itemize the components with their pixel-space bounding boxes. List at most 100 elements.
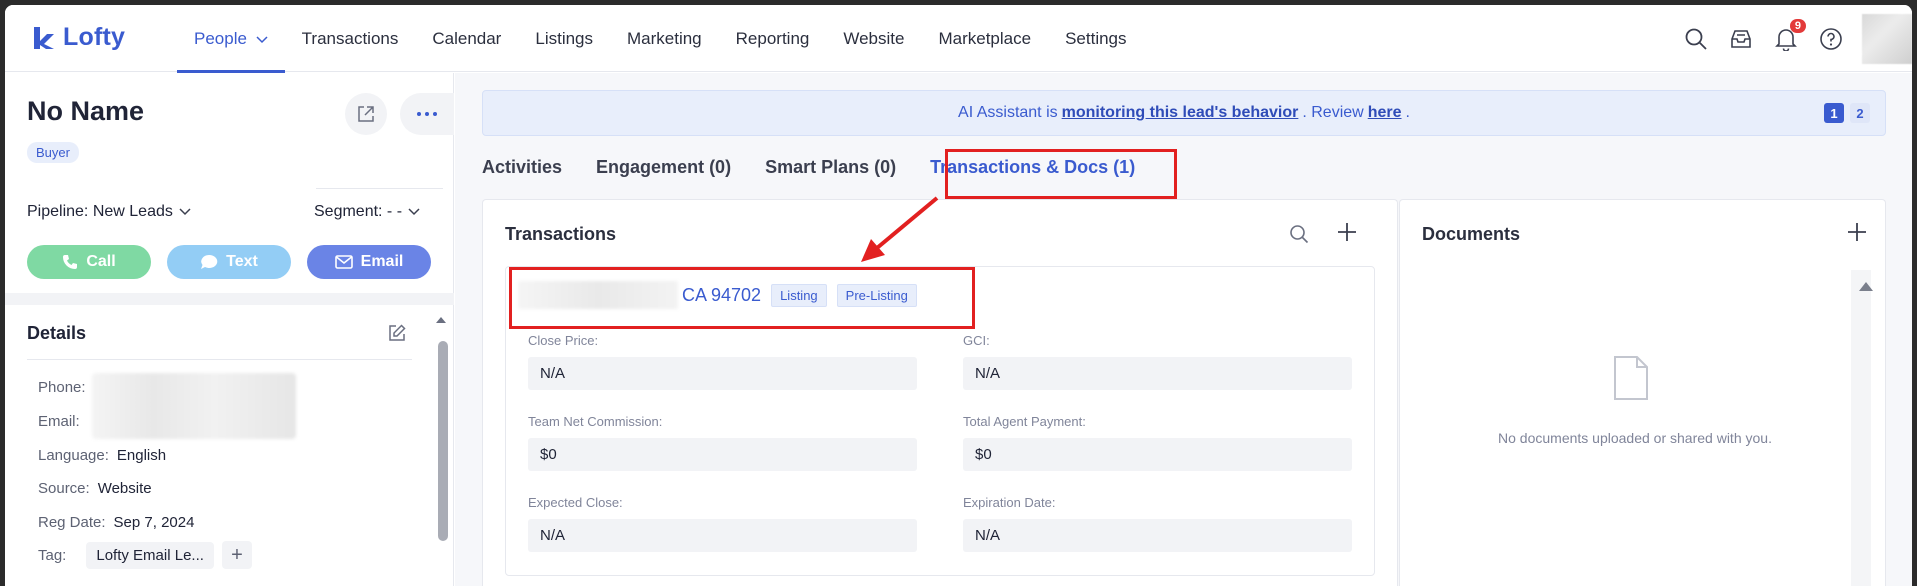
nav-listings[interactable]: Listings [518,5,610,72]
gci-label: GCI: [963,333,990,348]
detail-language: Language: English [38,447,166,464]
inbox-icon[interactable] [1727,25,1755,53]
sidebar-scrollbar[interactable] [438,341,448,541]
lead-type-badge: Buyer [27,142,79,163]
detail-source: Source: Website [38,480,152,497]
nav-settings[interactable]: Settings [1048,5,1143,72]
ai-banner-prefix: AI Assistant is [958,104,1058,121]
email-label: Email [360,253,404,270]
search-transactions-button[interactable] [1289,224,1309,249]
nav-reporting[interactable]: Reporting [719,5,827,72]
empty-document-icon [1614,356,1648,400]
team-net-commission-value: $0 [528,438,917,471]
monitoring-behavior-link[interactable]: monitoring this lead's behavior [1062,104,1299,122]
lead-name: No Name [27,96,145,126]
detail-email: Email: [38,413,80,430]
expected-close-label: Expected Close: [528,495,623,510]
gci-value: N/A [963,357,1352,390]
user-avatar[interactable] [1862,13,1912,64]
search-icon[interactable] [1682,25,1710,53]
nav-calendar[interactable]: Calendar [415,5,518,72]
section-separator [5,293,454,305]
tag-chip[interactable]: Lofty Email Le... [86,541,214,569]
nav-marketing[interactable]: Marketing [610,5,719,72]
divider [27,359,412,360]
scroll-up-arrow-icon[interactable] [434,311,448,341]
chat-bubble-icon [201,254,218,269]
share-button[interactable] [345,93,387,135]
nav-people-label: People [194,29,247,48]
ai-banner-suffix: . [1405,104,1410,121]
bell-icon[interactable]: 9 [1772,18,1806,53]
share-icon [358,106,374,122]
language-label: Language: [38,447,109,464]
total-agent-payment-label: Total Agent Payment: [963,414,1086,429]
call-button[interactable]: Call [27,245,151,279]
banner-pager: 1 2 [1824,103,1870,123]
tab-engagement[interactable]: Engagement (0) [596,151,731,184]
email-button[interactable]: Email [307,245,431,279]
tag-label: Tag: [38,546,67,564]
close-price-label: Close Price: [528,333,599,348]
phone-icon [63,255,78,269]
details-title: Details [27,323,87,343]
expiration-date-label: Expiration Date: [963,495,1056,510]
plus-icon [1338,223,1356,241]
detail-phone: Phone: [38,379,86,396]
review-here-link[interactable]: here [1368,104,1402,122]
main-nav: People Transactions Calendar Listings Ma… [177,5,1144,73]
top-nav: Lofty People Transactions Calendar Listi… [5,5,1912,73]
source-value: Website [97,480,152,497]
nav-website[interactable]: Website [826,5,921,72]
nav-people[interactable]: People [177,5,285,73]
redacted-contact-info [92,373,296,439]
pipeline-select[interactable]: Pipeline: New Leads [27,203,191,221]
help-icon[interactable] [1817,25,1845,53]
add-document-button[interactable] [1845,220,1869,249]
nav-utilities: 9 [1682,5,1912,72]
ai-banner-middle: . Review [1302,104,1364,121]
banner-page-2[interactable]: 2 [1850,103,1870,123]
lofty-logo-icon [34,26,54,49]
add-tag-button[interactable]: + [221,541,252,569]
expiration-date-value: N/A [963,519,1352,552]
chevron-down-icon [179,208,191,216]
edit-icon [389,324,406,341]
banner-page-1[interactable]: 1 [1824,103,1844,123]
email-field-label: Email: [38,413,80,430]
chevron-down-icon [408,208,420,216]
search-icon [1290,225,1309,244]
segment-label: Segment: - - [314,203,403,220]
documents-card: Documents No documents uploaded or share… [1399,199,1886,586]
language-value: English [116,447,167,464]
divider [316,188,443,189]
transaction-item[interactable]: CA 94702 Listing Pre-Listing Close Price… [505,266,1375,576]
plus-icon [1848,223,1866,241]
tab-smart-plans[interactable]: Smart Plans (0) [765,151,896,184]
app-window: Lofty People Transactions Calendar Listi… [5,5,1912,586]
add-transaction-button[interactable] [1335,220,1359,249]
reg-date-value: Sep 7, 2024 [113,514,195,531]
transactions-title: Transactions [505,224,617,244]
segment-select[interactable]: Segment: - - [314,203,420,221]
documents-scrollbar[interactable] [1851,270,1871,586]
scroll-up-arrow-icon[interactable] [1859,282,1873,291]
highlight-box-transaction [509,267,975,329]
edit-details-button[interactable] [388,324,406,347]
total-agent-payment-value: $0 [963,438,1352,471]
phone-label: Phone: [38,379,86,396]
pipeline-label: Pipeline: New Leads [27,203,173,220]
lofty-logo[interactable]: Lofty [31,23,125,52]
nav-marketplace[interactable]: Marketplace [921,5,1048,72]
documents-empty-message: No documents uploaded or shared with you… [1498,430,1772,446]
documents-title: Documents [1422,224,1521,244]
text-button[interactable]: Text [167,245,291,279]
more-options-button[interactable] [400,93,454,135]
app-name: Lofty [63,23,126,51]
envelope-icon [334,255,353,269]
more-dots-icon [417,112,437,116]
notification-badge: 9 [1789,18,1806,33]
nav-transactions[interactable]: Transactions [285,5,416,72]
lead-sidebar: No Name Buyer Pipeline: New Leads Segmen… [5,73,454,586]
tab-activities[interactable]: Activities [482,151,562,184]
